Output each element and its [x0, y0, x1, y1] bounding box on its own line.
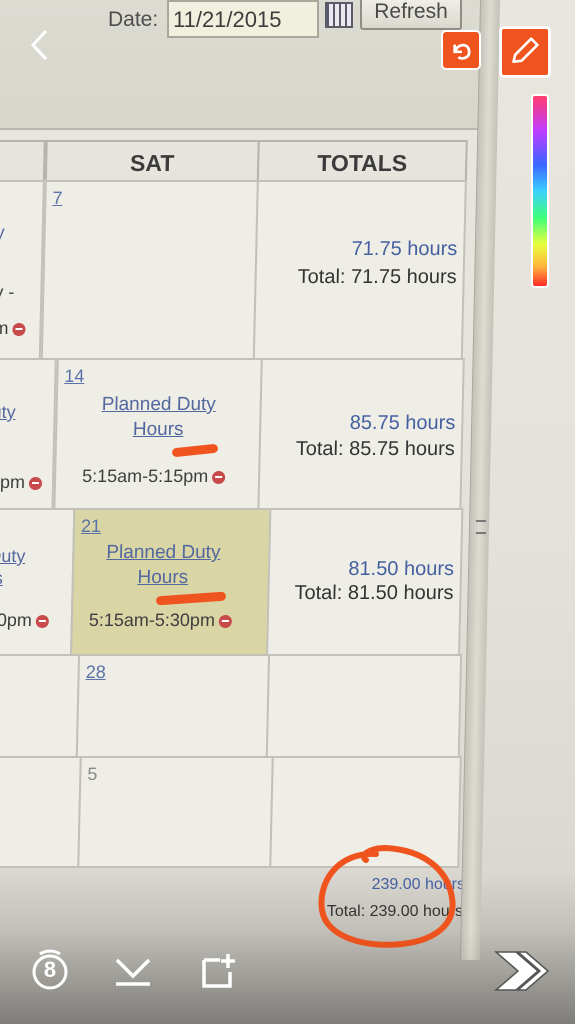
date-input[interactable]: 11/21/2015	[167, 0, 319, 38]
header-fri	[0, 140, 46, 182]
scrollbar-grip[interactable]	[476, 520, 486, 534]
color-picker-slider[interactable]	[531, 94, 549, 288]
day-link-7[interactable]: 7	[52, 188, 62, 209]
day-link-21[interactable]: 21	[81, 516, 101, 537]
totals-cell-week4	[265, 654, 463, 758]
send-arrow-icon[interactable]	[492, 948, 550, 994]
duty-time: 5:15am-5:15pm	[82, 466, 226, 487]
calendar-icon[interactable]	[325, 2, 353, 28]
sat-cell-week5: 5	[77, 756, 274, 868]
totals-cell-week2: 85.75 hours Total: 85.75 hours	[257, 358, 465, 510]
fragment-text: rs	[0, 568, 4, 588]
timer-value: 8	[43, 957, 57, 982]
back-chevron-icon[interactable]	[28, 28, 52, 62]
monitor-screen: Date: 11/21/2015 Refresh SAT TOTALS y y …	[0, 0, 575, 1024]
pencil-icon	[512, 37, 539, 64]
fragment-time: 0pm	[0, 472, 43, 493]
week-total: Total: 85.75 hours	[295, 438, 456, 460]
fragment-text: y -	[0, 282, 15, 302]
fragment-text: y	[0, 222, 5, 242]
add-story-icon[interactable]	[198, 950, 240, 992]
remove-icon[interactable]	[35, 614, 50, 628]
week-total: Total: 81.50 hours	[294, 582, 454, 604]
header-totals: TOTALS	[256, 140, 468, 182]
totals-cell-week1: 71.75 hours Total: 71.75 hours	[252, 180, 467, 360]
day-number-5: 5	[87, 764, 98, 784]
sat-cell-week2[interactable]: 14 Planned Duty Hours 5:15am-5:15pm	[53, 358, 263, 510]
remove-icon[interactable]	[28, 476, 43, 490]
fri-cell-week2: uty 0pm	[0, 358, 57, 510]
fri-cell-week4	[0, 654, 81, 758]
day-link-14[interactable]: 14	[64, 366, 84, 387]
planned-duty-link[interactable]: Planned Duty Hours	[98, 540, 229, 590]
fri-cell-week1: y y - m	[0, 180, 45, 360]
remove-icon[interactable]	[218, 614, 233, 628]
sat-cell-week3-selected[interactable]: 21 Planned Duty Hours 5:15am-5:30pm	[70, 508, 272, 656]
sat-cell-week1[interactable]: 7	[40, 180, 259, 360]
week-hours: 71.75 hours	[351, 238, 458, 260]
fri-cell-week5	[0, 756, 82, 868]
download-icon[interactable]	[112, 950, 154, 990]
fragment-time: 30pm	[0, 610, 50, 631]
date-label: Date:	[108, 8, 159, 31]
fragment-text: uty	[0, 402, 16, 422]
week-hours: 81.50 hours	[348, 558, 455, 580]
fri-cell-week3: Duty rs S 30pm	[0, 508, 76, 656]
refresh-button[interactable]: Refresh	[360, 0, 462, 30]
sat-cell-week4[interactable]: 28	[75, 654, 271, 758]
bottom-toolbar	[0, 930, 575, 1024]
planned-duty-link[interactable]: Planned Duty Hours	[93, 392, 224, 442]
fragment-time: m	[0, 318, 26, 339]
schedule-grid: SAT TOTALS y y - m 7 71.75 hours Total: …	[0, 130, 475, 930]
week-hours: 85.75 hours	[349, 412, 456, 434]
day-link-28[interactable]: 28	[85, 662, 105, 683]
toolbar: Date: 11/21/2015 Refresh	[0, 0, 480, 130]
remove-icon[interactable]	[212, 470, 226, 484]
undo-icon	[453, 43, 471, 60]
duty-time: 5:15am-5:30pm	[89, 610, 233, 631]
draw-button[interactable]	[499, 26, 551, 78]
undo-button[interactable]	[441, 30, 481, 70]
week-total: Total: 71.75 hours	[297, 266, 457, 288]
fragment-text: Duty	[0, 546, 26, 566]
remove-icon[interactable]	[12, 322, 26, 336]
header-sat: SAT	[44, 140, 260, 182]
totals-cell-week3: 81.50 hours Total: 81.50 hours	[266, 508, 464, 656]
